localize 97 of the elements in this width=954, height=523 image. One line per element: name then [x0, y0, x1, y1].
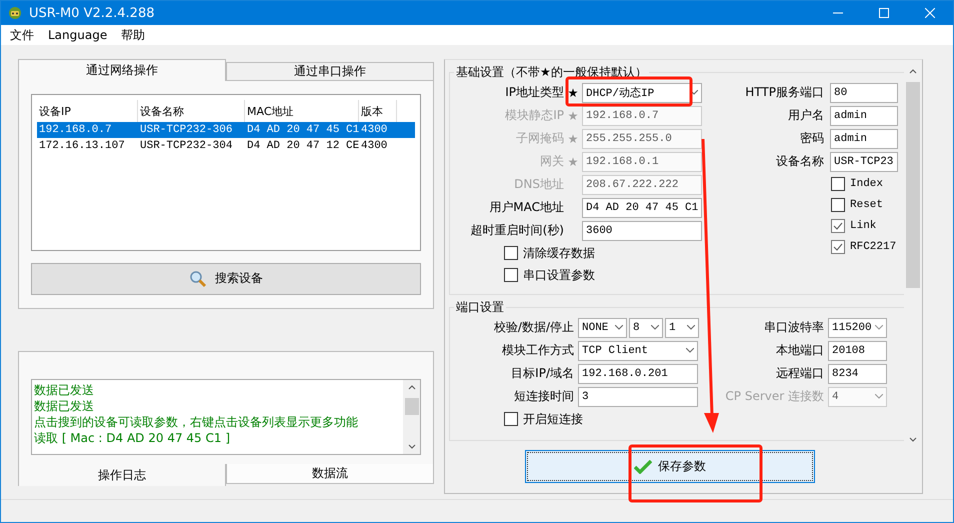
input-field[interactable]: 3 [578, 386, 698, 406]
input-field[interactable]: 192.168.0.201 [578, 364, 698, 384]
dropdown[interactable]: NONE [578, 318, 627, 338]
checkbox[interactable] [831, 218, 845, 232]
caret-icon [686, 348, 694, 353]
tab[interactable]: 通过串口操作 [226, 62, 434, 81]
close-icon[interactable] [925, 8, 935, 18]
field-label: HTTP服务端口 [744, 84, 824, 101]
table-cell-text: 4300 [360, 124, 388, 136]
table-row[interactable]: 172.16.13.107 USR-TCP232-304 D4 AD 20 47 12 CE 4300 [37, 138, 415, 154]
field-label: 短连接时间 [513, 388, 575, 405]
field-label: 网关 [539, 153, 564, 170]
tab[interactable]: 通过网络操作 [18, 59, 226, 81]
checkbox[interactable] [831, 198, 845, 212]
table-cell-text: D4 AD 20 47 12 CE [246, 140, 359, 152]
checkbox-label: Link [850, 220, 876, 232]
field-label: 本地端口 [775, 342, 824, 359]
window-title: USR-M0 V2.2.4.288 [29, 6, 154, 20]
scrollbar[interactable] [403, 380, 420, 454]
table-cell-text: 172.16.13.107 [38, 140, 126, 152]
required-label: ★ [568, 154, 578, 168]
table-row[interactable]: 192.168.0.7 USR-TCP232-306 D4 AD 20 47 45 C1 4300 [37, 122, 415, 138]
field-label: DNS地址 [513, 176, 564, 193]
field-label: 校验/数据/停止 [492, 319, 575, 336]
search-icon [189, 270, 207, 288]
table-cell-text: 192.168.0.7 [38, 124, 113, 136]
field-label: 远程端口 [775, 365, 824, 382]
group-title: 端口设置 [455, 299, 505, 316]
dropdown[interactable]: TCP Client [578, 340, 698, 360]
scroll-down-icon[interactable] [908, 437, 916, 443]
caret-icon [875, 394, 883, 399]
dropdown[interactable]: 8 [629, 318, 663, 338]
input-field[interactable]: 3600 [582, 220, 702, 240]
maximize-icon[interactable] [879, 8, 889, 18]
table-cell-text: D4 AD 20 47 45 C1 [246, 124, 359, 136]
table-cell-text: USR-TCP232-304 [139, 140, 234, 152]
caret-icon [690, 90, 698, 95]
log-line: 数据已发送 [34, 382, 95, 398]
scroll-up-icon[interactable] [408, 384, 416, 390]
checkbox-label: Reset [850, 198, 884, 210]
robot-icon [7, 5, 23, 21]
save-button[interactable]: 保存参数 [525, 450, 815, 483]
input-field[interactable]: 8234 [828, 364, 887, 384]
caret-icon [651, 325, 659, 330]
log-line: 点击搜到的设备可读取参数，右键点击设备列表显示更多功能 [34, 414, 359, 430]
input-field[interactable]: D4 AD 20 47 45 C1 [582, 198, 702, 218]
checkmark-icon [634, 460, 652, 474]
table-cell-text: USR-TCP232-306 [139, 124, 234, 136]
checkbox-label: 清除缓存数据 [523, 244, 595, 262]
checkbox[interactable] [504, 412, 518, 426]
checkbox[interactable] [504, 246, 518, 260]
checkbox-label: RFC2217 [850, 240, 896, 252]
required-label: ★ [568, 132, 578, 146]
checkbox[interactable] [831, 240, 845, 254]
required-label: ★ [568, 86, 578, 100]
input-field[interactable]: 80 [830, 82, 898, 102]
checkbox-label: 开启短连接 [523, 410, 583, 428]
field-label: IP地址类型 [504, 84, 564, 101]
checkbox-label: Index [850, 178, 884, 190]
table-cell-text: 4300 [360, 140, 388, 152]
field-label: 模块工作方式 [501, 342, 575, 359]
input-field[interactable]: 20108 [828, 340, 887, 360]
field-label: 子网掩码 [515, 130, 564, 147]
field-label: CP Server 连接数 [724, 388, 824, 405]
log-line: 读取 [ Mac : D4 AD 20 47 45 C1 ] [34, 430, 232, 446]
required-label: ★ [568, 108, 578, 122]
input-field[interactable]: USR-TCP23 [830, 152, 898, 172]
caret-icon [687, 325, 695, 330]
input-field[interactable]: admin [830, 106, 898, 126]
input-field[interactable]: admin [830, 128, 898, 148]
tab[interactable]: 操作日志 [18, 464, 226, 486]
caret-icon [615, 325, 623, 330]
field-label: 用户名 [787, 107, 824, 124]
field-label: 超时重启时间(秒) [470, 222, 564, 239]
dropdown[interactable]: DHCP/动态IP [582, 82, 702, 102]
scroll-down-icon[interactable] [408, 444, 416, 450]
dropdown[interactable]: 115200 [828, 318, 887, 338]
log-line: 数据已发送 [34, 398, 95, 414]
menu-item[interactable]: 帮助 [121, 26, 146, 44]
field-label: 用户MAC地址 [488, 199, 564, 216]
scroll-up-icon[interactable] [908, 68, 916, 74]
caret-icon [875, 325, 883, 330]
dropdown[interactable]: 1 [665, 318, 699, 338]
checkbox-label: 串口设置参数 [523, 266, 595, 284]
search-button[interactable]: 搜索设备 [31, 262, 421, 295]
scroll-thumb[interactable] [906, 82, 920, 288]
checkbox[interactable] [831, 176, 845, 190]
menu-item[interactable]: Language [48, 28, 108, 42]
tab[interactable]: 数据流 [226, 464, 434, 484]
field-label: 设备名称 [775, 153, 824, 170]
field-label: 密码 [799, 130, 824, 147]
menu-item[interactable]: 文件 [10, 26, 34, 44]
checkbox[interactable] [504, 268, 518, 282]
scroll-thumb[interactable] [404, 398, 418, 415]
field-label: 串口波特率 [763, 319, 824, 336]
field-label: 目标IP/域名 [510, 365, 575, 382]
field-label: 模块静态IP [504, 107, 564, 124]
